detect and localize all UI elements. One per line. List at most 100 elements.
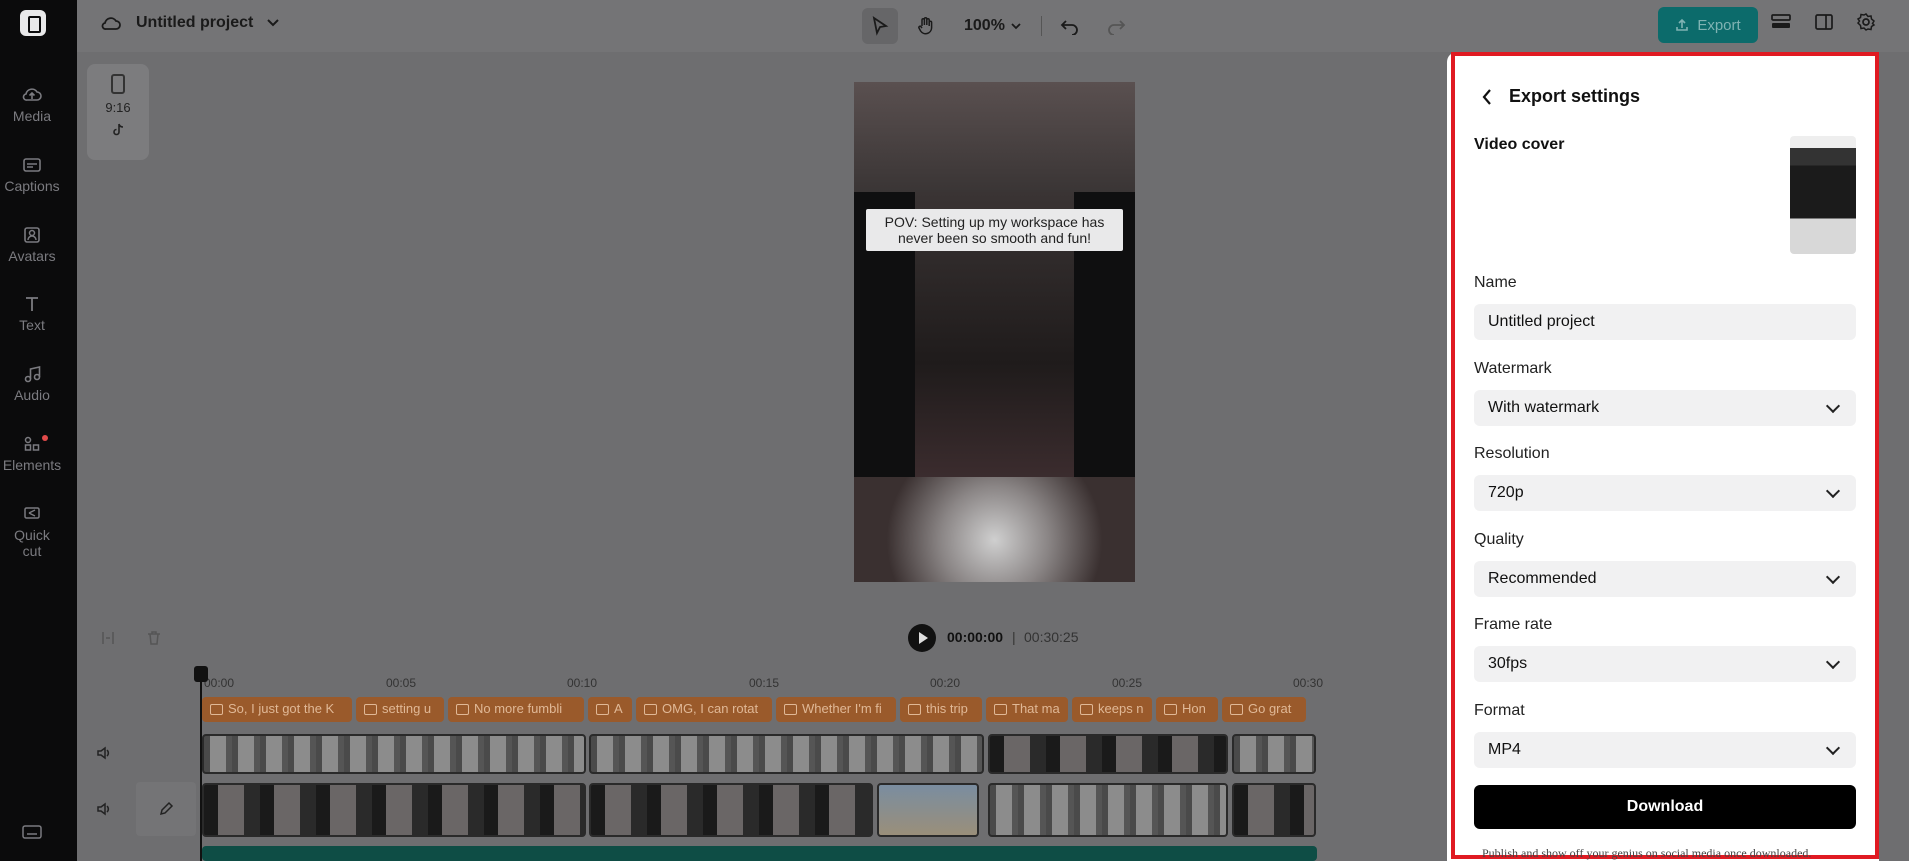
redo-icon (1108, 20, 1126, 35)
text-icon (26, 297, 38, 311)
video-clip[interactable] (202, 734, 586, 774)
watermark-label: Watermark (1474, 360, 1552, 377)
tiktok-icon (113, 123, 124, 136)
caption-clip[interactable]: keeps n (1072, 697, 1152, 722)
sidebar-item-avatars[interactable]: Avatars (0, 226, 64, 264)
download-hint: Publish and show off your genius on soci… (1482, 846, 1812, 860)
sidebar-item-elements[interactable]: Elements (0, 435, 64, 473)
caption-clip[interactable]: this trip (900, 697, 982, 722)
hand-icon (918, 17, 933, 35)
video-clip[interactable] (589, 783, 873, 837)
video-clip[interactable] (589, 734, 984, 774)
audio-clip[interactable] (202, 846, 1317, 861)
zoom-dropdown[interactable]: 100% (964, 17, 1021, 35)
caption-line: never been so smooth and fun! (897, 230, 1092, 246)
upload-icon (1676, 18, 1689, 31)
chevron-down-icon (1011, 22, 1021, 29)
ruler-tick: 00:15 (749, 676, 780, 690)
frame-rate-label: Frame rate (1474, 616, 1553, 633)
notification-dot (42, 435, 48, 441)
sidebar-item-quick-cut[interactable]: Quick cut (0, 505, 64, 559)
format-label: Format (1474, 702, 1525, 719)
avatar-icon (24, 227, 40, 243)
timeline-ruler[interactable]: 00:00 00:05 00:10 00:15 00:20 00:25 00:3… (200, 676, 1323, 694)
sidebar-item-media[interactable]: Media (0, 86, 64, 124)
sidebar-item-captions[interactable]: Captions (0, 156, 64, 194)
caption-clip[interactable]: Hon (1156, 697, 1218, 722)
download-button[interactable]: Download (1474, 785, 1856, 829)
panel-layout-icon[interactable] (1814, 12, 1834, 32)
chevron-down-icon (267, 19, 280, 27)
gear-icon[interactable] (1856, 12, 1876, 32)
cursor-icon (872, 16, 889, 36)
format-select[interactable]: MP4 (1474, 732, 1856, 768)
resolution-select[interactable]: 720p (1474, 475, 1856, 511)
sidebar-item-audio[interactable]: Audio (0, 365, 64, 403)
caption-clip[interactable]: Go grat (1222, 697, 1306, 722)
toolbar-divider (1040, 16, 1042, 36)
redo-button[interactable] (1098, 8, 1134, 44)
keyboard-icon[interactable] (22, 824, 42, 840)
elements-icon (24, 436, 40, 451)
undo-icon (1060, 20, 1078, 35)
split-icon[interactable] (100, 630, 116, 646)
music-note-icon (24, 366, 41, 383)
undo-button[interactable] (1052, 8, 1088, 44)
phone-icon (111, 74, 125, 94)
canvas-tools: 100% (862, 8, 1134, 44)
video-preview[interactable]: POV: Setting up my workspace has never b… (854, 82, 1135, 582)
caption-clip[interactable]: No more fumbli (448, 697, 584, 722)
app-logo[interactable] (20, 10, 46, 36)
export-button[interactable]: Export (1658, 7, 1758, 43)
preview-bottom-clip (854, 477, 1135, 582)
video-clip[interactable] (988, 783, 1228, 837)
video-clip[interactable] (877, 783, 979, 837)
video-clip[interactable] (1232, 734, 1316, 774)
caption-clip[interactable]: So, I just got the K (202, 697, 352, 722)
zoom-level: 100% (964, 17, 1005, 34)
cloud-icon (101, 17, 121, 30)
video-cover-thumbnail[interactable] (1790, 136, 1856, 254)
current-time: 00:00:00 (947, 629, 1004, 645)
caption-clip[interactable]: Whether I'm fi (776, 697, 896, 722)
sidebar-item-text[interactable]: Text (0, 295, 64, 333)
ruler-tick: 00:05 (386, 676, 417, 690)
export-panel-header: Export settings (1481, 86, 1640, 107)
sidebar-item-label: Elements (2, 457, 62, 473)
caption-line: POV: Setting up my workspace has (884, 214, 1105, 230)
captions-icon (23, 158, 41, 172)
volume-icon[interactable] (96, 746, 112, 760)
caption-clip[interactable]: OMG, I can rotat (636, 697, 772, 722)
sidebar-item-label: Media (12, 108, 52, 124)
ruler-tick: 00:20 (930, 676, 961, 690)
hand-tool-button[interactable] (908, 8, 944, 44)
caption-clip[interactable]: setting u (356, 697, 444, 722)
sidebar-item-label: Captions (4, 178, 60, 194)
name-label: Name (1474, 274, 1517, 291)
watermark-select[interactable]: With watermark (1474, 390, 1856, 426)
left-sidebar: Media Captions Avatars Text Audio Elemen… (0, 0, 77, 861)
ruler-tick: 00:25 (1112, 676, 1143, 690)
frame-rate-select[interactable]: 30fps (1474, 646, 1856, 682)
video-clip[interactable] (988, 734, 1228, 774)
layers-icon[interactable] (1770, 12, 1792, 32)
sidebar-item-label: Quick (14, 527, 50, 543)
name-input[interactable]: Untitled project (1474, 304, 1856, 340)
video-clip[interactable] (1232, 783, 1316, 837)
quality-select[interactable]: Recommended (1474, 561, 1856, 597)
aspect-ratio-panel[interactable]: 9:16 (87, 64, 149, 160)
delete-icon[interactable] (146, 630, 162, 646)
project-title-menu[interactable]: Untitled project (100, 14, 280, 32)
back-arrow-icon[interactable] (1481, 88, 1493, 106)
cloud-upload-icon (22, 88, 42, 101)
playhead[interactable] (194, 666, 208, 861)
volume-icon[interactable] (96, 802, 112, 816)
edit-track-button[interactable] (136, 782, 196, 836)
caption-clip[interactable]: A (588, 697, 632, 722)
play-button[interactable] (908, 624, 936, 652)
caption-clip[interactable]: That ma (986, 697, 1068, 722)
video-clip[interactable] (202, 783, 586, 837)
preview-caption[interactable]: POV: Setting up my workspace has never b… (866, 209, 1123, 251)
select-tool-button[interactable] (862, 8, 898, 44)
resolution-label: Resolution (1474, 445, 1550, 462)
